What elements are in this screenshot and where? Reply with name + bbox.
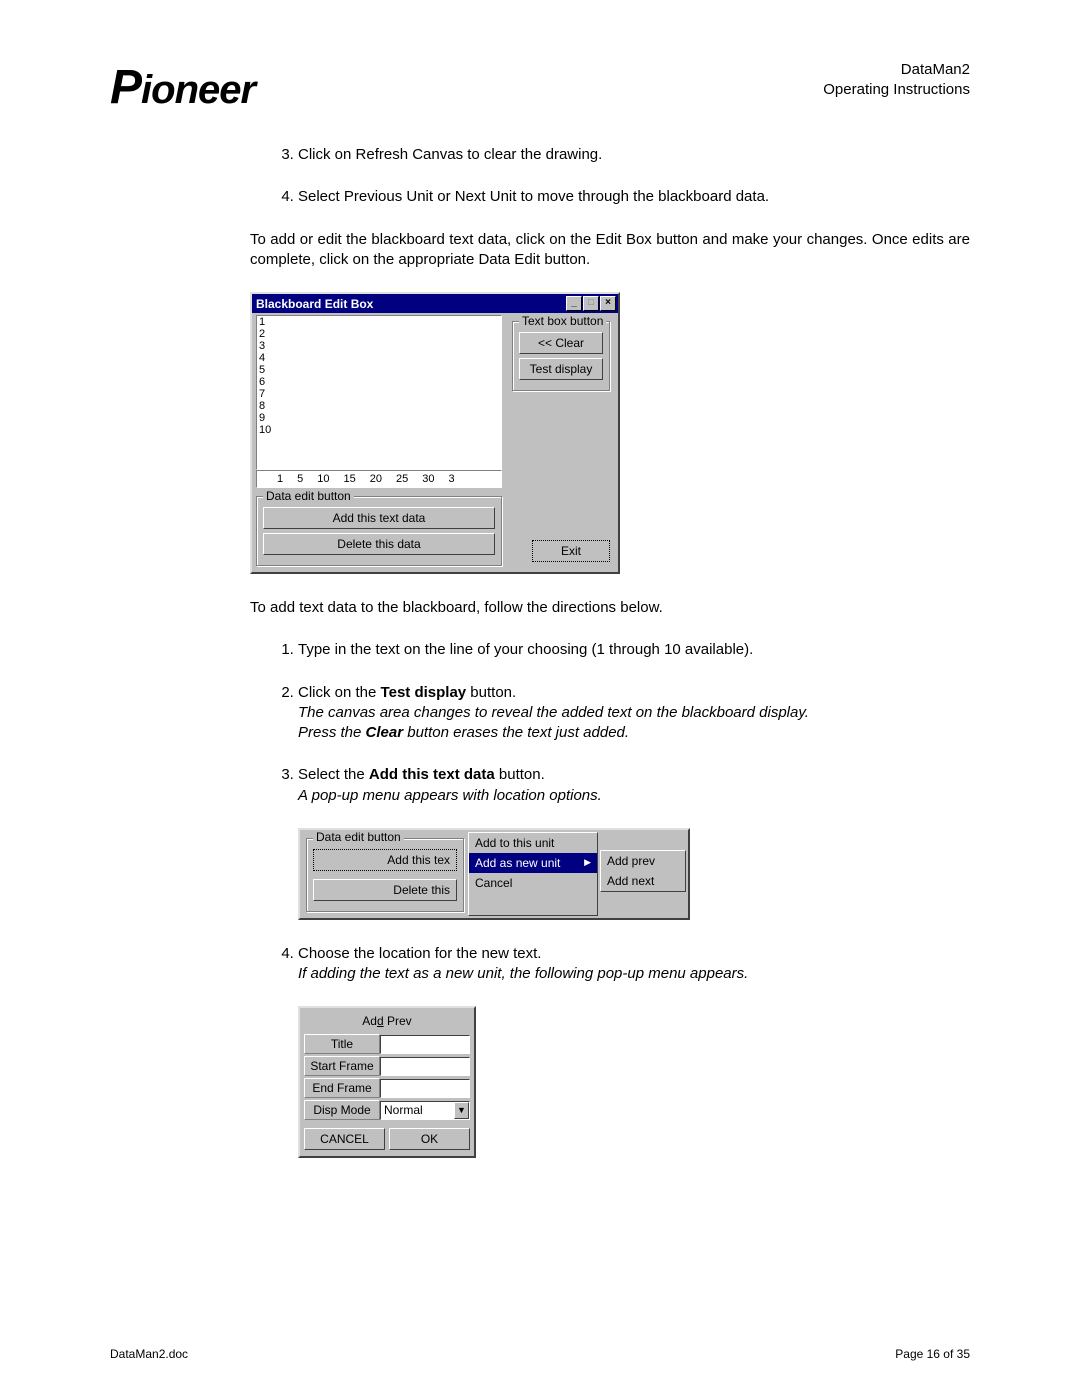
menu-cancel[interactable]: Cancel xyxy=(469,873,597,893)
text-box-button-group: Text box button << Clear Test display xyxy=(512,321,610,391)
dialog-title: Add Prev xyxy=(304,1012,470,1034)
add-text-data-button[interactable]: Add this text data xyxy=(263,507,495,529)
text-grid[interactable]: 12 34 56 78 910 xyxy=(256,315,502,470)
input-start-frame[interactable] xyxy=(380,1057,470,1076)
ruler: 15 1015 2025 303 xyxy=(256,470,502,488)
footer-page: Page 16 of 35 xyxy=(895,1347,970,1361)
exit-button[interactable]: Exit xyxy=(532,540,610,562)
doc-title: DataMan2 xyxy=(823,60,970,80)
cancel-button[interactable]: CANCEL xyxy=(304,1128,385,1150)
menu-add-as-new-unit[interactable]: Add as new unit▶ xyxy=(469,853,597,873)
chevron-down-icon[interactable]: ▼ xyxy=(454,1102,469,1119)
blackboard-edit-box-window: Blackboard Edit Box _ □ × 12 34 56 78 91… xyxy=(250,292,620,574)
footer-filename: DataMan2.doc xyxy=(110,1347,188,1361)
pioneer-logo: Pioneer xyxy=(110,60,255,115)
data-edit-group: Data edit button Add this text data Dele… xyxy=(256,496,502,566)
window-title: Blackboard Edit Box xyxy=(256,297,373,311)
paragraph-editbox: To add or edit the blackboard text data,… xyxy=(250,230,970,271)
context-menu: Add to this unit Add as new unit▶ Cancel xyxy=(468,832,598,916)
delete-this-button[interactable]: Delete this xyxy=(313,879,457,901)
substep-2: Click on the Test display button. The ca… xyxy=(298,683,970,744)
substep-4: Choose the location for the new text. If… xyxy=(298,944,970,985)
substep-3: Select the Add this text data button. A … xyxy=(298,765,970,806)
maximize-icon[interactable]: □ xyxy=(583,296,599,311)
label-title: Title xyxy=(304,1034,380,1054)
submenu: Add prev Add next xyxy=(600,850,686,892)
test-display-button[interactable]: Test display xyxy=(519,358,603,380)
select-disp-mode[interactable]: Normal ▼ xyxy=(380,1101,470,1120)
label-end-frame: End Frame xyxy=(304,1078,380,1098)
delete-data-button[interactable]: Delete this data xyxy=(263,533,495,555)
substep-1: Type in the text on the line of your cho… xyxy=(298,640,970,660)
clear-button[interactable]: << Clear xyxy=(519,332,603,354)
minimize-icon[interactable]: _ xyxy=(566,296,582,311)
step-4: Select Previous Unit or Next Unit to mov… xyxy=(298,187,970,207)
data-edit-popup: Data edit button Add this tex Delete thi… xyxy=(298,828,690,920)
menu-add-to-unit[interactable]: Add to this unit xyxy=(469,833,597,853)
add-this-text-button[interactable]: Add this tex xyxy=(313,849,457,871)
submenu-arrow-icon: ▶ xyxy=(584,857,591,868)
paragraph-followdirections: To add text data to the blackboard, foll… xyxy=(250,598,970,618)
input-title[interactable] xyxy=(380,1035,470,1054)
label-disp-mode: Disp Mode xyxy=(304,1100,380,1120)
close-icon[interactable]: × xyxy=(600,296,616,311)
input-end-frame[interactable] xyxy=(380,1079,470,1098)
label-start-frame: Start Frame xyxy=(304,1056,380,1076)
add-prev-dialog: Add Prev Title Start Frame End Frame Dis… xyxy=(298,1006,476,1158)
submenu-add-next[interactable]: Add next xyxy=(601,871,685,891)
row-numbers: 12 34 56 78 910 xyxy=(259,316,271,436)
step-3: Click on Refresh Canvas to clear the dra… xyxy=(298,145,970,165)
submenu-add-prev[interactable]: Add prev xyxy=(601,851,685,871)
doc-subtitle: Operating Instructions xyxy=(823,80,970,100)
ok-button[interactable]: OK xyxy=(389,1128,470,1150)
